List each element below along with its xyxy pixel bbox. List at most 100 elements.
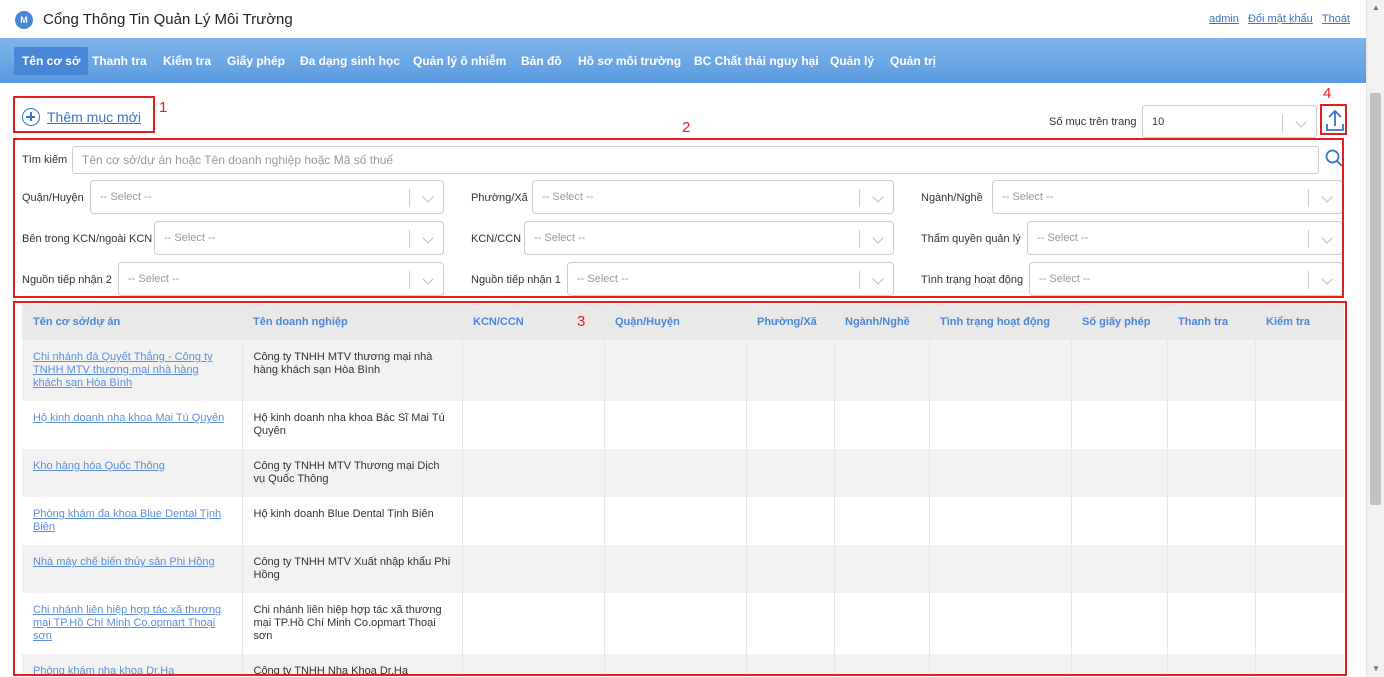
col-header-district[interactable]: Quận/Huyện [604,304,746,340]
chevron-down-icon [872,232,884,244]
district-select[interactable]: -- Select -- [90,180,444,214]
table-cell [834,340,930,401]
per-page-select[interactable]: 10 [1142,105,1317,138]
ward-select[interactable]: -- Select -- [532,180,894,214]
nav-item-quan-ly[interactable]: Quản lý [822,47,882,75]
project-link[interactable]: Phòng khám nha khoa Dr.Ha [22,654,243,675]
source1-label: Nguồn tiếp nhận 1 [471,274,561,286]
chevron-down-icon [422,191,434,203]
status-select[interactable]: -- Select -- [1029,262,1343,296]
industry-select[interactable]: -- Select -- [992,180,1343,214]
nav-item-quan-tri[interactable]: Quản trị [882,47,944,75]
select-separator [409,189,410,207]
scroll-thumb[interactable] [1370,93,1381,505]
annotation-number-2: 2 [682,119,691,136]
authority-select[interactable]: -- Select -- [1027,221,1343,255]
source1-select[interactable]: -- Select -- [567,262,894,296]
company-cell: Công ty TNHH Nha Khoa Dr.Ha [242,654,463,675]
table-cell [1255,545,1344,593]
nav-item-giay-phep[interactable]: Giấy phép [219,47,293,75]
username-link[interactable]: admin [1209,13,1239,25]
nav-item-thanh-tra[interactable]: Thanh tra [84,47,155,75]
table-row: Phòng khám đa khoa Blue Dental Tịnh Biên… [22,497,1344,545]
nav-item-ten-co-so[interactable]: Tên cơ sở [14,47,89,75]
col-header-license[interactable]: Số giấy phép [1071,304,1167,340]
search-button[interactable] [1325,149,1343,167]
project-link[interactable]: Hộ kinh doanh nha khoa Mai Tú Quyên [22,401,243,449]
select-separator [1308,230,1309,248]
project-link[interactable]: Phòng khám đa khoa Blue Dental Tịnh Biên [22,497,243,545]
project-link[interactable]: Nhà máy chế biến thủy sản Phi Hồng [22,545,243,593]
select-value: -- Select -- [164,232,216,244]
ward-label: Phường/Xã [471,192,528,204]
table-cell [746,545,835,593]
col-header-industry[interactable]: Ngành/Nghề [834,304,929,340]
table-cell [746,593,835,654]
company-cell: Công ty TNHH MTV Xuất nhập khẩu Phi Hồng [242,545,463,593]
table-row: Nhà máy chế biến thủy sản Phi Hồng Công … [22,545,1344,593]
table-cell [929,654,1072,675]
project-link[interactable]: Chi nhánh liên hiệp hợp tác xã thương mạ… [22,593,243,654]
search-field[interactable] [72,146,1319,174]
col-header-ward[interactable]: Phường/Xã [746,304,834,340]
col-header-project[interactable]: Tên cơ sở/dự án [22,304,242,340]
page-scrollbar[interactable]: ▲ ▼ [1366,0,1384,677]
table-cell [929,593,1072,654]
nav-item-da-dang-sinh-hoc[interactable]: Đa dạng sinh học [292,47,408,75]
table-cell [929,340,1072,401]
select-separator [1308,271,1309,289]
project-link[interactable]: Chi nhánh đá Quyết Thắng - Công ty TNHH … [22,340,243,401]
table-cell [834,545,930,593]
upload-icon [1326,109,1344,131]
table-cell [929,449,1072,497]
kcn-label: KCN/CCN [471,233,522,245]
col-header-inspection[interactable]: Thanh tra [1167,304,1255,340]
table-cell [1071,654,1168,675]
select-separator [409,271,410,289]
table-cell [1255,593,1344,654]
table-cell [1071,401,1168,449]
add-new-button[interactable]: Thêm mục mới [22,107,141,127]
table-row: Chi nhánh liên hiệp hợp tác xã thương mạ… [22,593,1344,654]
nav-item-bc-chat-thai[interactable]: BC Chất thải nguy hại [686,47,827,75]
nav-item-ho-so-moi-truong[interactable]: Hồ sơ môi trường [570,47,689,75]
status-label: Tình trạng hoạt động [921,274,1024,286]
table-cell [1071,449,1168,497]
table-row: Chi nhánh đá Quyết Thắng - Công ty TNHH … [22,340,1344,401]
col-header-check[interactable]: Kiểm tra [1255,304,1344,340]
col-header-company[interactable]: Tên doanh nghiệp [242,304,462,340]
table-cell [1255,497,1344,545]
project-link[interactable]: Kho hàng hóa Quốc Thông [22,449,243,497]
col-header-status[interactable]: Tình trạng hoạt động [929,304,1071,340]
table-cell [1167,593,1256,654]
table-cell [834,401,930,449]
plus-circle-icon [22,108,40,126]
chevron-down-icon [1321,191,1333,203]
kcn-select[interactable]: -- Select -- [524,221,894,255]
scroll-up-icon[interactable]: ▲ [1371,3,1381,13]
select-value: -- Select -- [1039,273,1091,285]
company-cell: Hộ kinh doanh Blue Dental Tịnh Biên [242,497,463,545]
inside-kcn-select[interactable]: -- Select -- [154,221,444,255]
logout-link[interactable]: Thoát [1322,13,1350,25]
change-password-link[interactable]: Đổi mật khẩu [1248,13,1313,25]
nav-item-quan-ly-o-nhiem[interactable]: Quản lý ô nhiễm [405,47,514,75]
app-title: Cổng Thông Tin Quản Lý Môi Trường [43,11,293,28]
industry-label: Ngành/Nghề [921,192,983,204]
select-value: -- Select -- [542,191,594,203]
table-cell [462,401,605,449]
table-cell [462,545,605,593]
table-cell [604,654,747,675]
scroll-down-icon[interactable]: ▼ [1371,664,1381,674]
export-button[interactable] [1324,108,1346,133]
table-cell [834,654,930,675]
search-input[interactable] [73,147,1318,173]
nav-item-kiem-tra[interactable]: Kiểm tra [155,47,219,75]
table-cell [746,497,835,545]
select-separator [409,230,410,248]
nav-item-ban-do[interactable]: Bản đồ [513,47,570,75]
table-cell [1167,654,1256,675]
annotation-number-3: 3 [577,313,586,330]
table-cell [746,654,835,675]
source2-select[interactable]: -- Select -- [118,262,444,296]
